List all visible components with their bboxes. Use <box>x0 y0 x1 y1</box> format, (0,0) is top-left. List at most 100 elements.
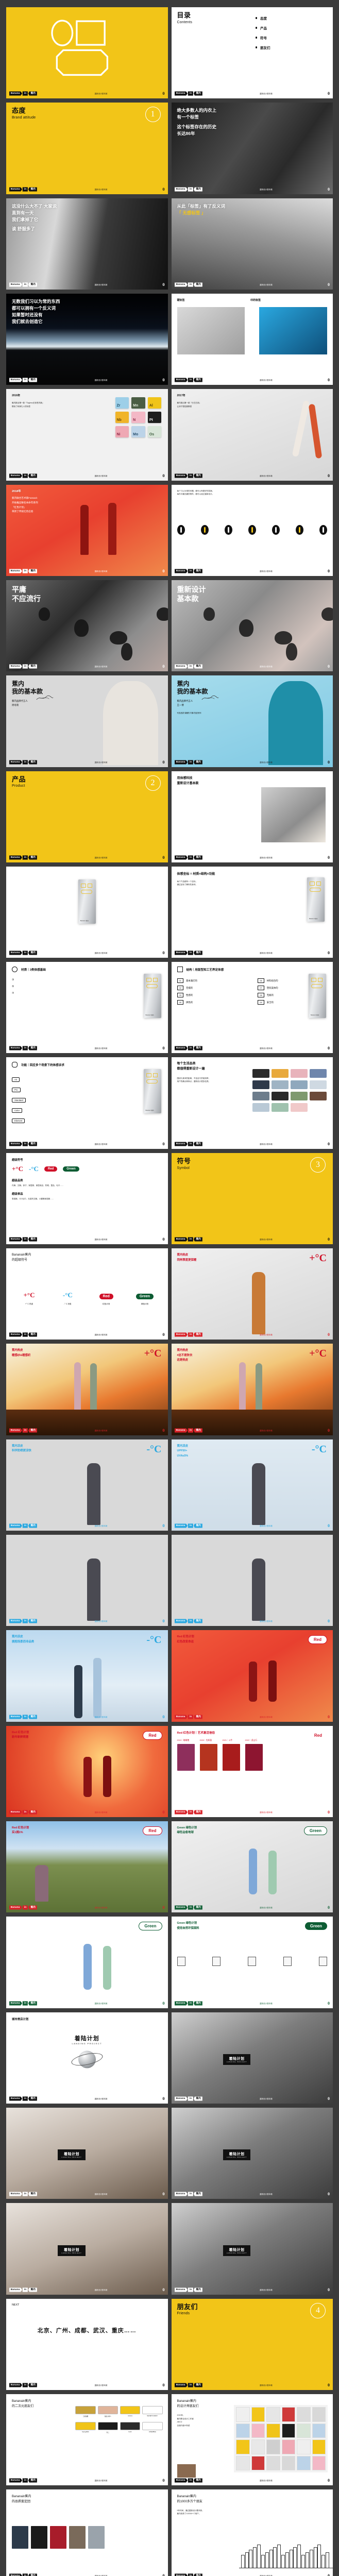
spec-chip-grid: 01 基本满灯的 06 材料组合的 02 无缝的 07 塑形美体的 03 性感的 08 无痕的 05 拼色… <box>177 978 328 1005</box>
slide-s7[interactable]: 硬标签 印的标签 Banana in 蕉内 重新设计基本款 0 <box>171 293 333 385</box>
landing-mark: 着陆计划 <box>74 2036 99 2042</box>
slide-s34[interactable]: 蕉内凉皮 拥抱场景而非品类 -°C Banana in 蕉内 重新设计基本款 0 <box>6 1630 168 1722</box>
slide-contents[interactable]: 目录 Contents 态度 产品 符号 朋友们 Banana in 蕉内 重新设计基… <box>171 7 333 99</box>
slide-s8[interactable]: 2016年 蕉内推出第一款「Tagless无标签内裤」 剔除了刺痒扎人的标签 Zr… <box>6 389 168 481</box>
contents-item-3[interactable]: 符号 <box>255 35 270 40</box>
slide-text-line: 蕉内凉皮 <box>12 1635 23 1639</box>
slide-s32[interactable]: Banana in 蕉内 重新设计基本款 0 <box>6 1535 168 1626</box>
slide-s39[interactable]: Green 绿色计划 绿色治愈地球 Green Banana in 蕉内 重新设计… <box>171 1821 333 1913</box>
slide-s31[interactable]: 蕉内凉皮 UPF50+ UVA≤5% -°C Banana in 蕉内 重新设计基本… <box>171 1439 333 1531</box>
slide-sec2[interactable]: 产品 Product 2 Banana in 蕉内 重新设计基本款 0 <box>6 771 168 862</box>
slide-sec1[interactable]: 态度 Brand attitude 1 Banana in 蕉内 重新设计基本款… <box>6 103 168 194</box>
logo-in: in <box>188 2478 193 2483</box>
logo-in: in <box>23 1237 28 1242</box>
contents-item-1[interactable]: 态度 <box>255 15 270 21</box>
contents-item-label: 产品 <box>260 27 267 30</box>
slide-sec3[interactable]: 符号 Symbol 3 Banana in 蕉内 重新设计基本款 0 <box>171 1153 333 1245</box>
slide-s37[interactable]: Red 红色计划｜艺术激活信俗 Red 2019｜暗喻猪 2020｜先知鼠 20… <box>171 1725 333 1817</box>
slide-s26[interactable]: Bananain蕉内 的超级符号 +°C +° C 热皮 -°C -° C 凉皮 … <box>6 1248 168 1340</box>
slide-s28[interactable]: 蕉内热皮 暖感纱&暖感织 +°C Banana in 蕉内 重新设计基本款 0 <box>6 1344 168 1435</box>
slide-text-line: 我们就去创造它 <box>12 319 43 325</box>
slide-s10[interactable]: 2018年 蕉内联合艺术家Fansack 开始推出联名本命年系列 「红色计划」 革新了… <box>6 484 168 576</box>
slide-s29[interactable]: 蕉内热皮 #这不是秋衣 这是热皮 +°C Banana in 蕉内 重新设计基本款 … <box>171 1344 333 1435</box>
slide-text-line: 长达86年 <box>177 130 195 136</box>
slide-s27[interactable]: 蕉内热皮 同样厚度更保暖 +°C Banana in 蕉内 重新设计基本款 0 <box>171 1248 333 1340</box>
logo-jiaonei: 蕉内 <box>28 951 37 955</box>
spec-chip-number: 03 <box>177 993 183 998</box>
slide-s40[interactable]: Green Banana in 蕉内 重新设计基本款 0 <box>6 1917 168 2008</box>
slide-s20[interactable]: 材质｜3类体感基础 ③ ⑤ ⑦ Banana in 蕉内 Banana in 蕉内 … <box>6 962 168 1054</box>
slide-s42[interactable]: 城市首店计划 着陆计划 LANDING PROJECT Banana in 蕉内… <box>6 2012 168 2104</box>
vi-item <box>266 2455 280 2471</box>
slide-s33[interactable]: Banana in 蕉内 重新设计基本款 0 <box>171 1535 333 1626</box>
slide-s18[interactable]: Banana in 蕉内 Banana in 蕉内 重新设计基本款 0 <box>6 866 168 958</box>
slide-s14[interactable]: 蕉内 我的基本款 蕉内品牌代言人 周冬雨 Banana in 蕉内 重新设计基本款 … <box>6 675 168 767</box>
slide-s13[interactable]: 重新设计 基本款 Banana in 蕉内 重新设计基本款 0 <box>171 580 333 672</box>
slide-s36[interactable]: Red 红色计划 新年新鲜萌意 Red Banana in 蕉内 重新设计基本款 … <box>6 1725 168 1817</box>
slide-footer: Banana in 蕉内 重新设计基本款 0 <box>172 2382 333 2388</box>
element-card: Nb <box>115 412 129 423</box>
category-icon <box>252 1103 269 1112</box>
slide-s43[interactable]: 着陆计划 LANDING PROJECT Banana in 蕉内 重新设计基本… <box>171 2012 333 2104</box>
slide-s24[interactable]: 超级符号 +°C -°C Red Green 超级品类 内裤、文胸、袜子、家居服… <box>6 1153 168 1245</box>
contents-item-4[interactable]: 朋友们 <box>255 45 270 50</box>
slide-s22[interactable]: 功能｜回应多个场景下的体感诉求 Air Pro Standard Color Eleme… <box>6 1057 168 1149</box>
slide-s5[interactable]: 从此「标签」有了反义词 「 无感标签 」 Banana in 蕉内 重新设计基本… <box>171 198 333 290</box>
spec-chip: 05 拼色的 <box>177 1000 247 1005</box>
slide-cover[interactable]: Banana in 蕉内 重新设计基本款 0 <box>6 7 168 99</box>
logo-jiaonei: 蕉内 <box>28 2096 37 2101</box>
slide-s9[interactable]: 2017年 蕉内推出第一款「分左右袜」 让袜子更贴服脚型 Banana in 蕉内… <box>171 389 333 481</box>
spec-tag: Element <box>12 1118 25 1124</box>
footer-tagline: 重新设计基本款 <box>94 1047 108 1050</box>
slide-s35[interactable]: Red 红色计划 红色改变命运 Red Banana in 蕉内 重新设计基本款 … <box>171 1630 333 1722</box>
slide-text-line: 这是热皮 <box>177 1359 189 1362</box>
ip-logo-label: Keith <box>128 2431 132 2433</box>
bullet-dot-icon <box>255 37 258 39</box>
slide-s45[interactable]: 着陆计划 LANDING PROJECT Banana in 蕉内 重新设计基本… <box>171 2107 333 2199</box>
slide-title-line: 都值得重新设计一遍 <box>177 1067 205 1071</box>
slide-s44[interactable]: 着陆计划 LANDING PROJECT Banana in 蕉内 重新设计基本… <box>6 2107 168 2199</box>
slide-s17[interactable]: 用体感科技 重新设计基本款 Banana in 蕉内 重新设计基本款 0 <box>171 771 333 862</box>
temperature-mark: +°C <box>309 1348 327 1360</box>
slide-s47[interactable]: 着陆计划 LANDING PROJECT Banana in 蕉内 重新设计基本… <box>171 2203 333 2295</box>
plan-pill-label: Green <box>304 1922 327 1930</box>
landing-signage: 着陆计划 LANDING PROJECT <box>223 2245 251 2256</box>
logo-jiaonei: 蕉内 <box>28 2478 37 2483</box>
footer-tagline: 重新设计基本款 <box>94 2097 108 2100</box>
slide-s30[interactable]: 蕉内凉皮 科学防晒更凉快 -°C Banana in 蕉内 重新设计基本款 0 <box>6 1439 168 1531</box>
slide-s21[interactable]: 结构｜用版型和工艺界定体感 01 基本满灯的 06 材料组合的 02 无缝的 07 塑形美体的… <box>171 962 333 1054</box>
slide-s3[interactable]: 绝大多数人的内衣上 有一个标签 这个标签存在的历史 长达86年 Banana in 蕉… <box>171 103 333 194</box>
slide-s6[interactable]: 无数我们习以为常的东西 都可以拥有一个反义词 如果暂时还没有 我们就去创造它 Bana… <box>6 293 168 385</box>
slide-sec4[interactable]: 朋友们 Friends 4 Banana in 蕉内 重新设计基本款 0 <box>171 2298 333 2390</box>
vi-item <box>236 2455 250 2471</box>
slide-title-line: 的品质鉴定团 <box>12 2500 31 2504</box>
page-number: 0 <box>328 568 330 573</box>
slide-s19[interactable]: 体感坐标 = 材质×结构×功能 每个产品都有一个坐标， 通过坐标了解你的身体。 B… <box>171 866 333 958</box>
sketch-item <box>177 1957 185 1967</box>
slide-s4[interactable]: 这没什么大不了 大家说 直到有一天 我们拿掉了它诶 舒服多了 Banana in 蕉… <box>6 198 168 290</box>
slide-s46[interactable]: 着陆计划 LANDING PROJECT Banana in 蕉内 重新设计基本… <box>6 2203 168 2295</box>
portrait <box>88 2526 105 2549</box>
slide-s11[interactable]: 每个习以为常的问题，都可以有更好的答案。 每件平庸无趣的物件，都可以经过重新设计。… <box>171 484 333 576</box>
slide-s53[interactable]: Bananain蕉内 的1000多万个朋友 5年时间，通过重新设计基本款， 蕉内收获… <box>171 2489 333 2576</box>
vi-item <box>312 2439 326 2454</box>
symbol-legend-item: Red 红色计划 <box>89 1291 124 1306</box>
contents-item-2[interactable]: 产品 <box>255 25 270 30</box>
footer-tagline: 重新设计基本款 <box>94 1239 108 1241</box>
temperature-mark: -°C <box>146 1443 162 1455</box>
slide-s48[interactable]: NEXT 北京、广州、成都、武汉、重庆…… Banana in 蕉内 重新设计基… <box>6 2298 168 2390</box>
symbol-caption: -° C 凉皮 <box>64 1302 72 1305</box>
slide-s12[interactable]: 平庸 不应流行 Banana in 蕉内 重新设计基本款 0 <box>6 580 168 672</box>
logo-in: in <box>23 855 28 860</box>
element-card-grid: Zr Mn Al Nb N Pt Ni Mo Os <box>115 397 162 438</box>
slide-s51[interactable]: Bananain蕉内 的设计师朋友们 2020年， 蕉内联合设计工作室 ABCD 全面升… <box>171 2394 333 2486</box>
symbol-pill: Red <box>99 1293 113 1299</box>
slide-s50[interactable]: Bananain蕉内 的二次元朋友们 王者荣耀 鬼畜小黄人 minions NEV… <box>6 2394 168 2486</box>
slide-footer: Banana in 蕉内 重新设计基本款 0 <box>172 950 333 956</box>
poster-item: 2019｜暗喻猪 <box>177 1739 195 1771</box>
slide-s38[interactable]: Red 红色计划 买1捐1% Red Banana in 蕉内 重新设计基本款 0 <box>6 1821 168 1913</box>
slide-s52[interactable]: Bananain蕉内的品质鉴定团 Banana in 蕉内 重新设计基本款 0 <box>6 2489 168 2576</box>
slide-s23[interactable]: 每个生活品类 都值得重新设计一遍 围绕与身体的距离、不含目行的使用率、 用户的痛点和… <box>171 1057 333 1149</box>
slide-s41[interactable]: Green 绿色计划 使用自然环保面料 Green Banana in 蕉内 重新… <box>171 1917 333 2008</box>
slide-s15[interactable]: 蕉内 我的基本款 蕉内品牌代言人 王一博 代言品类 保暖衣 内裤 热皮系列 Bana… <box>171 675 333 767</box>
